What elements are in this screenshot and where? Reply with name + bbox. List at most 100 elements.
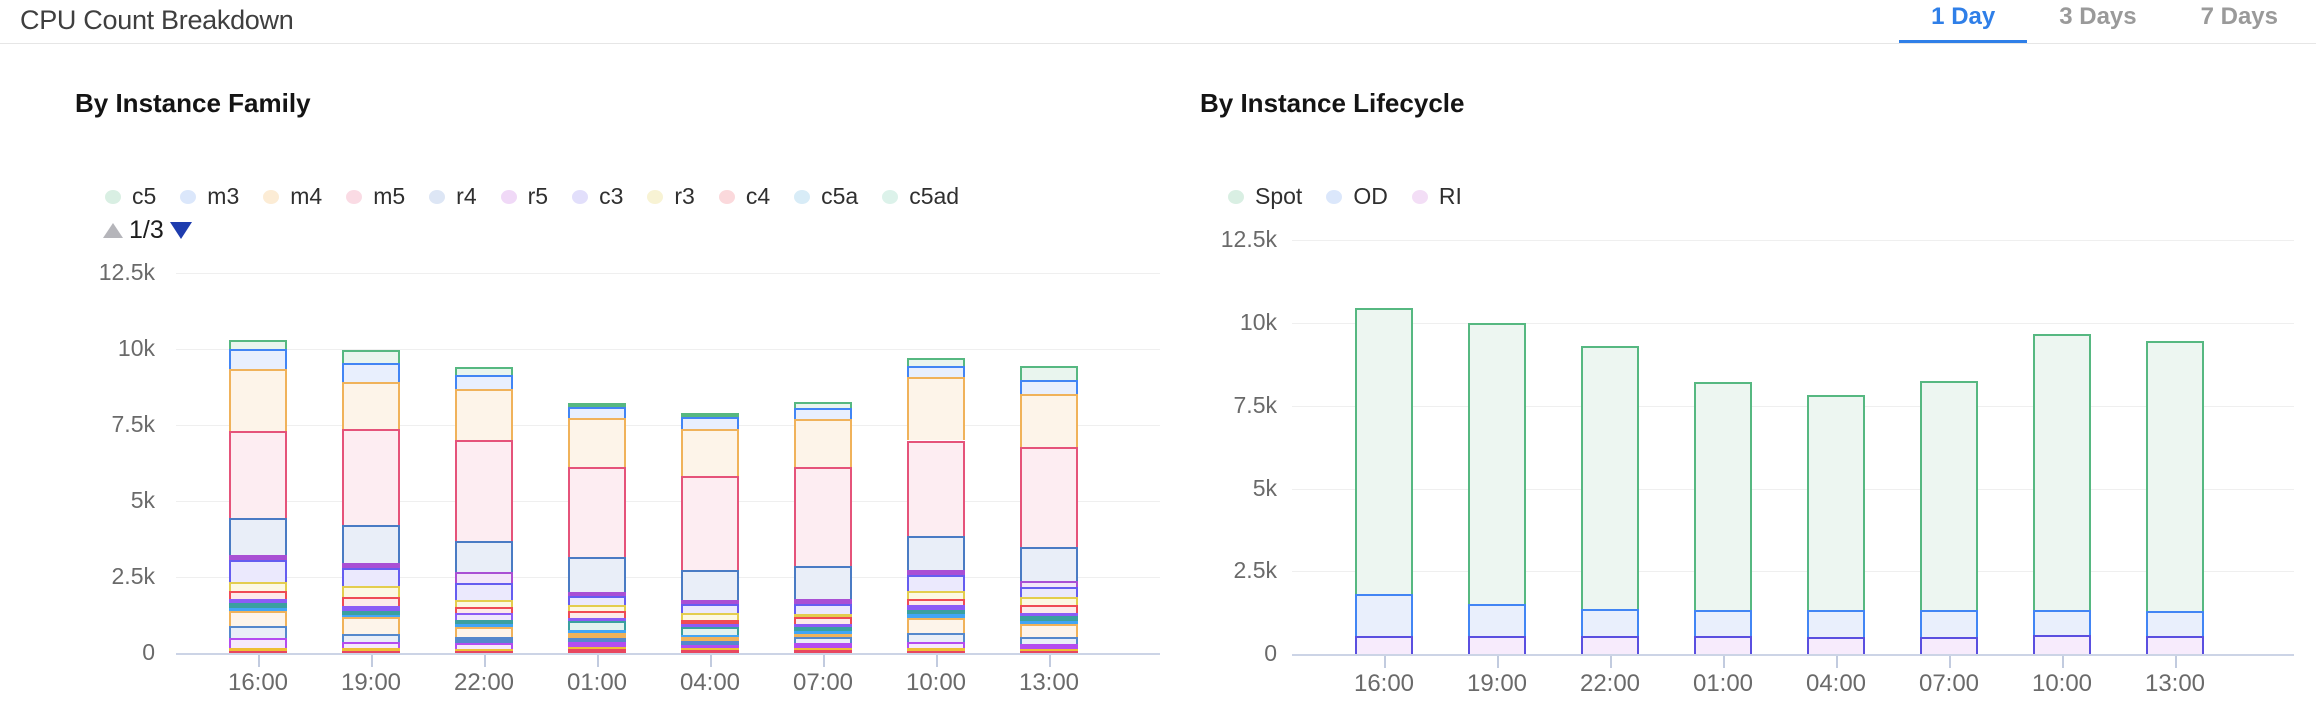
bar-segment-m5[interactable]	[455, 440, 513, 540]
bar-segment-c5[interactable]	[229, 340, 287, 349]
bar-segment-other-lilac[interactable]	[229, 638, 287, 648]
bar-segment-c3[interactable]	[342, 568, 400, 586]
bar-segment-other-steelblue[interactable]	[907, 633, 965, 642]
legend-item-spot[interactable]: Spot	[1228, 183, 1302, 210]
bar-segment-other-peach[interactable]	[229, 611, 287, 626]
bar-segment-c5[interactable]	[794, 402, 852, 408]
bar-segment-other-gold[interactable]	[794, 648, 852, 650]
legend-item-c5[interactable]: c5	[105, 183, 156, 210]
bar-segment-r5[interactable]	[1020, 581, 1078, 587]
bar-segment-c3[interactable]	[907, 575, 965, 592]
bar-segment-m4[interactable]	[907, 377, 965, 441]
bar-segment-c5ad[interactable]	[455, 620, 513, 624]
bar-segment-r3[interactable]	[342, 586, 400, 597]
bar-segment-other-steelblue[interactable]	[229, 626, 287, 638]
bar-segment-c5[interactable]	[681, 413, 739, 418]
bar-segment-other-steelblue[interactable]	[794, 637, 852, 643]
bar-segment-r4[interactable]	[907, 536, 965, 569]
bar-segment-Spot[interactable]	[1581, 346, 1639, 609]
bar-segment-RI[interactable]	[1807, 637, 1865, 654]
bar-segment-m3[interactable]	[907, 366, 965, 377]
bar-segment-other-gold[interactable]	[455, 649, 513, 651]
bar-segment-c5[interactable]	[907, 358, 965, 366]
bar-segment-other-violet[interactable]	[568, 618, 626, 621]
bar-segment-m4[interactable]	[568, 418, 626, 467]
bar-segment-c5[interactable]	[455, 367, 513, 375]
bar-segment-r4[interactable]	[342, 525, 400, 563]
legend-item-r5[interactable]: r5	[501, 183, 548, 210]
bar-segment-RI[interactable]	[1581, 636, 1639, 654]
bar-segment-other-violet[interactable]	[907, 605, 965, 610]
bar-segment-RI[interactable]	[1468, 636, 1526, 654]
bar-segment-c5ad[interactable]	[907, 610, 965, 615]
bar-segment-r4[interactable]	[681, 570, 739, 600]
legend-page-down-icon[interactable]	[170, 222, 192, 239]
bar-segment-r5[interactable]	[568, 592, 626, 597]
bar-segment-m5[interactable]	[794, 467, 852, 566]
bar-segment-m5[interactable]	[907, 441, 965, 537]
bar-segment-m5[interactable]	[681, 476, 739, 570]
bar-segment-r5[interactable]	[907, 570, 965, 575]
bar-segment-c3[interactable]	[794, 604, 852, 614]
bar-segment-Spot[interactable]	[1468, 323, 1526, 604]
bar-segment-c5ad[interactable]	[229, 603, 287, 608]
bar-segment-other-violet[interactable]	[794, 624, 852, 627]
bar-segment-other-violet[interactable]	[229, 599, 287, 603]
bar-segment-c4[interactable]	[907, 599, 965, 605]
bar-segment-c5a[interactable]	[342, 615, 400, 617]
bar-segment-other-gold[interactable]	[568, 647, 626, 649]
bar-segment-c5ad[interactable]	[342, 611, 400, 615]
bar-segment-other-gold[interactable]	[681, 648, 739, 650]
bar-segment-r4[interactable]	[455, 541, 513, 573]
legend-page-up-icon[interactable]	[103, 223, 123, 238]
bar-segment-r4[interactable]	[568, 557, 626, 592]
bar-segment-OD[interactable]	[1920, 610, 1978, 637]
bar-segment-m3[interactable]	[455, 375, 513, 389]
bar-segment-other-gold[interactable]	[229, 648, 287, 650]
bar-segment-m3[interactable]	[342, 363, 400, 382]
bar-segment-other-red[interactable]	[229, 651, 287, 653]
bar-segment-m4[interactable]	[455, 389, 513, 441]
bar-segment-other-lilac[interactable]	[568, 642, 626, 647]
legend-item-c4[interactable]: c4	[719, 183, 770, 210]
bar-segment-r5[interactable]	[455, 572, 513, 583]
bar-segment-c5a[interactable]	[1020, 621, 1078, 624]
bar-segment-OD[interactable]	[1581, 609, 1639, 635]
bar-segment-r3[interactable]	[455, 600, 513, 608]
bar-segment-m4[interactable]	[229, 369, 287, 431]
bar-segment-c4[interactable]	[229, 591, 287, 599]
bar-segment-other-steelblue[interactable]	[568, 638, 626, 643]
tab-1-day[interactable]: 1 Day	[1899, 0, 2027, 44]
bar-segment-m5[interactable]	[342, 429, 400, 525]
bar-segment-c5a[interactable]	[907, 614, 965, 618]
bar-segment-RI[interactable]	[2033, 635, 2091, 654]
bar-segment-r3[interactable]	[794, 614, 852, 618]
bar-segment-other-lilac[interactable]	[681, 645, 739, 649]
bar-segment-OD[interactable]	[1807, 610, 1865, 636]
legend-item-m5[interactable]: m5	[346, 183, 405, 210]
bar-segment-m4[interactable]	[1020, 394, 1078, 447]
bar-segment-m3[interactable]	[229, 349, 287, 369]
legend-item-m4[interactable]: m4	[263, 183, 322, 210]
bar-segment-c5a[interactable]	[455, 624, 513, 627]
bar-segment-c3[interactable]	[1020, 587, 1078, 598]
bar-segment-m4[interactable]	[794, 419, 852, 468]
bar-segment-Spot[interactable]	[2033, 334, 2091, 610]
bar-segment-other-steelblue[interactable]	[681, 641, 739, 645]
legend-item-m3[interactable]: m3	[180, 183, 239, 210]
bar-segment-m5[interactable]	[568, 467, 626, 557]
bar-segment-Spot[interactable]	[1920, 381, 1978, 609]
bar-segment-c5[interactable]	[342, 350, 400, 363]
bar-segment-c3[interactable]	[229, 560, 287, 582]
bar-segment-other-lilac[interactable]	[907, 642, 965, 648]
bar-segment-other-lilac[interactable]	[794, 643, 852, 648]
bar-segment-other-peach[interactable]	[1020, 624, 1078, 638]
bar-segment-c5ad[interactable]	[681, 627, 739, 635]
bar-segment-c5[interactable]	[568, 403, 626, 408]
bar-segment-Spot[interactable]	[2146, 341, 2204, 611]
bar-segment-r3[interactable]	[229, 582, 287, 591]
bar-segment-OD[interactable]	[1468, 604, 1526, 635]
bar-segment-m4[interactable]	[342, 382, 400, 429]
bar-segment-other-peach[interactable]	[907, 618, 965, 633]
bar-segment-c5a[interactable]	[794, 631, 852, 634]
